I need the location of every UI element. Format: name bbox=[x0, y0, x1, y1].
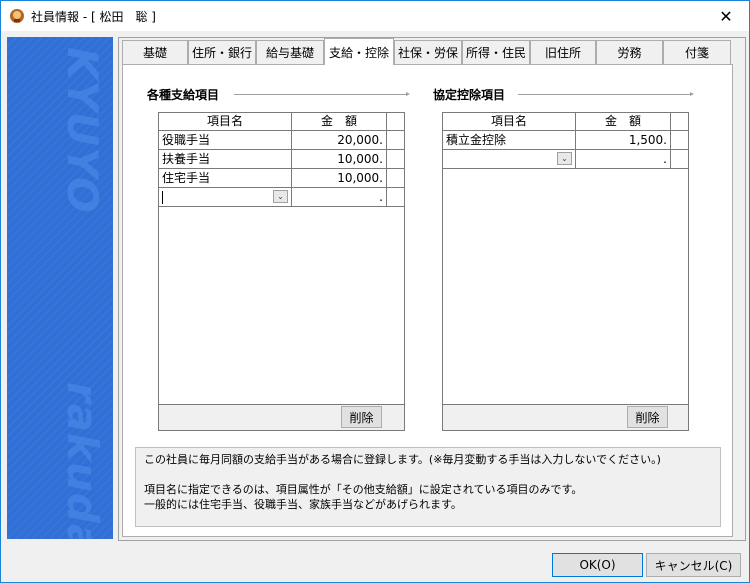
table-row[interactable]: 役職手当 20,000. bbox=[159, 131, 404, 150]
info-line-1: この社員に毎月同額の支給手当がある場合に登録します。(※毎月変動する手当は入力し… bbox=[144, 453, 661, 466]
payment-item-amount[interactable]: 10,000. bbox=[292, 169, 387, 188]
table-row[interactable]: 住宅手当 10,000. bbox=[159, 169, 404, 188]
payments-header-row: 項目名 金 額 bbox=[159, 113, 404, 131]
title-bar: 社員情報 - [ 松田 聡 ] ✕ bbox=[1, 1, 749, 31]
payments-header-filler bbox=[387, 113, 404, 131]
tab-old-address[interactable]: 旧住所 bbox=[530, 40, 596, 64]
payments-divider bbox=[234, 92, 410, 96]
banner-word-rakuda: rakuda bbox=[58, 382, 107, 539]
deductions-header-row: 項目名 金 額 bbox=[443, 113, 688, 131]
payment-item-amount[interactable]: 10,000. bbox=[292, 150, 387, 169]
deduction-item-amount[interactable]: 1,500. bbox=[576, 131, 671, 150]
cancel-button[interactable]: キャンセル(C) bbox=[646, 553, 741, 577]
deductions-delete-button[interactable]: 削除 bbox=[627, 406, 668, 428]
deductions-header-filler bbox=[671, 113, 688, 131]
payments-grid: 項目名 金 額 役職手当 20,000. 扶養手当 10,000. 住宅手当 1… bbox=[158, 112, 405, 431]
close-icon: ✕ bbox=[719, 6, 733, 26]
tab-kiso[interactable]: 基礎 bbox=[122, 40, 188, 64]
payment-item-amount-input[interactable]: . bbox=[292, 188, 387, 207]
payments-delete-button[interactable]: 削除 bbox=[341, 406, 382, 428]
payments-header-amount: 金 額 bbox=[292, 113, 387, 131]
payments-section-title: 各種支給項目 bbox=[147, 88, 220, 102]
payment-item-name[interactable]: 役職手当 bbox=[159, 131, 292, 150]
deductions-divider bbox=[518, 92, 694, 96]
tab-sticky-note[interactable]: 付箋 bbox=[663, 40, 731, 64]
table-row[interactable]: 積立金控除 1,500. bbox=[443, 131, 688, 150]
chevron-down-icon[interactable]: ⌄ bbox=[273, 190, 288, 203]
deductions-grid: 項目名 金 額 積立金控除 1,500. ⌄ . bbox=[442, 112, 689, 431]
deductions-header-amount: 金 額 bbox=[576, 113, 671, 131]
tab-payment-deduction[interactable]: 支給・控除 bbox=[324, 38, 394, 65]
payment-item-amount[interactable]: 20,000. bbox=[292, 131, 387, 150]
window-title: 社員情報 - [ 松田 聡 ] bbox=[31, 10, 156, 24]
tab-income-resident[interactable]: 所得・住民 bbox=[462, 40, 530, 64]
payment-item-name-combo[interactable]: ⌄ bbox=[159, 188, 292, 207]
payment-item-name[interactable]: 扶養手当 bbox=[159, 150, 292, 169]
deductions-section-title: 協定控除項目 bbox=[433, 88, 506, 102]
tab-address-bank[interactable]: 住所・銀行 bbox=[188, 40, 256, 64]
app-icon bbox=[9, 8, 25, 24]
payment-item-name[interactable]: 住宅手当 bbox=[159, 169, 292, 188]
tab-social-insurance[interactable]: 社保・労保 bbox=[394, 40, 462, 64]
info-line-2: 項目名に指定できるのは、項目属性が「その他支給額」に設定されている項目のみです。 bbox=[144, 483, 583, 496]
text-caret bbox=[162, 191, 163, 204]
side-banner: KYUYO rakuda bbox=[7, 37, 113, 539]
ok-button[interactable]: OK(O) bbox=[552, 553, 643, 577]
deductions-header-name: 項目名 bbox=[443, 113, 576, 131]
table-row-new[interactable]: ⌄ . bbox=[443, 150, 688, 169]
deduction-item-amount-input[interactable]: . bbox=[576, 150, 671, 169]
tab-labor[interactable]: 労務 bbox=[596, 40, 663, 64]
deduction-item-name-combo[interactable]: ⌄ bbox=[443, 150, 576, 169]
chevron-down-icon[interactable]: ⌄ bbox=[557, 152, 572, 165]
tab-salary-basic[interactable]: 給与基礎 bbox=[256, 40, 324, 64]
info-line-3: 一般的には住宅手当、役職手当、家族手当などがあげられます。 bbox=[144, 498, 462, 511]
info-message-box: この社員に毎月同額の支給手当がある場合に登録します。(※毎月変動する手当は入力し… bbox=[135, 447, 721, 527]
table-row-new[interactable]: ⌄ . bbox=[159, 188, 404, 207]
payments-header-name: 項目名 bbox=[159, 113, 292, 131]
banner-word-kyuyo: KYUYO bbox=[58, 47, 107, 214]
close-button[interactable]: ✕ bbox=[703, 1, 749, 31]
table-row[interactable]: 扶養手当 10,000. bbox=[159, 150, 404, 169]
deduction-item-name[interactable]: 積立金控除 bbox=[443, 131, 576, 150]
